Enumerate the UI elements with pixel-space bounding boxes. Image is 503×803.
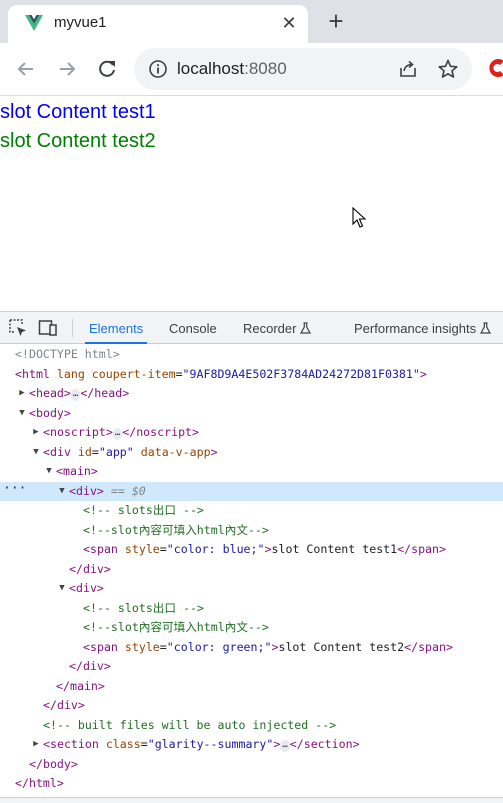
dom-node-body-close[interactable]: </body>	[0, 755, 503, 775]
dom-node-main-close[interactable]: </main>	[0, 677, 503, 697]
tab-strip: myvue1 ✕ +	[0, 0, 503, 43]
collapse-triangle-icon[interactable]: ▼	[44, 462, 54, 482]
back-icon[interactable]	[13, 56, 39, 82]
dom-node-html-close[interactable]: </html>	[0, 774, 503, 794]
slot-content-line-2: slot Content test2	[0, 130, 156, 152]
close-tab-icon[interactable]: ✕	[278, 12, 300, 34]
dom-node-div-app[interactable]: ▼ <div id="app" data-v-app>	[0, 443, 503, 463]
more-actions-icon[interactable]: ···	[3, 479, 26, 499]
toolbar-divider	[72, 319, 73, 337]
tab-performance-insights-label: Performance insights	[354, 321, 477, 336]
address-bar[interactable]: localhost:8080	[134, 48, 472, 90]
page-viewport: slot Content test1 slot Content test2	[0, 97, 503, 311]
dom-node-div-selected[interactable]: ··· ▼ <div> == $0	[0, 479, 503, 502]
experimental-flask-icon	[300, 322, 312, 334]
dom-node-span-green[interactable]: <span style="color: green;">slot Content…	[0, 638, 503, 658]
tab-recorder[interactable]: Recorder	[239, 312, 315, 344]
selected-node-marker: == $0	[110, 483, 146, 498]
expand-triangle-icon[interactable]: ▶	[31, 423, 41, 443]
device-toolbar-icon[interactable]	[38, 318, 58, 338]
share-icon[interactable]	[398, 59, 418, 79]
dom-node-body[interactable]: ▼ <body>	[0, 404, 503, 424]
new-tab-icon[interactable]: +	[322, 8, 350, 36]
forward-icon[interactable]	[54, 56, 80, 82]
collapse-triangle-icon[interactable]: ▼	[57, 579, 67, 599]
dom-node-div-close[interactable]: </div>	[0, 560, 503, 580]
dom-node-comment[interactable]: <!-- slots出口 -->	[0, 599, 503, 619]
url-port: :8080	[244, 59, 287, 78]
collapse-triangle-icon[interactable]: ▼	[17, 404, 27, 424]
reload-icon[interactable]	[94, 56, 120, 82]
expand-triangle-icon[interactable]: ▶	[17, 384, 27, 404]
url-text[interactable]: localhost:8080	[177, 59, 287, 79]
dom-node-main[interactable]: ▼ <main>	[0, 462, 503, 482]
dom-node-comment[interactable]: <!-- slots出口 -->	[0, 501, 503, 521]
ellipsis-badge[interactable]: …	[112, 428, 123, 440]
collapse-triangle-icon[interactable]: ▼	[31, 443, 41, 463]
url-host: localhost	[177, 59, 245, 78]
tab-elements[interactable]: Elements	[85, 312, 148, 344]
bookmark-star-icon[interactable]	[437, 58, 459, 80]
dom-node-comment[interactable]: <!--slot內容可填入html內文-->	[0, 521, 503, 541]
tab-recorder-label: Recorder	[243, 321, 297, 336]
ellipsis-badge[interactable]: …	[280, 740, 290, 752]
dom-node-span-blue[interactable]: <span style="color: blue;">slot Content …	[0, 540, 503, 560]
dom-node-div-close[interactable]: </div>	[0, 657, 503, 677]
browser-tab[interactable]: myvue1 ✕	[8, 5, 308, 43]
dom-node-comment[interactable]: <!--slot內容可填入html內文-->	[0, 618, 503, 638]
dom-node-head[interactable]: ▶ <head>… </head>	[0, 384, 503, 404]
browser-toolbar: localhost:8080	[0, 43, 503, 96]
breadcrumb-bar	[0, 797, 503, 803]
collapse-triangle-icon[interactable]: ▼	[57, 482, 67, 502]
experimental-flask-icon	[480, 322, 492, 334]
mouse-cursor-icon	[352, 207, 366, 228]
devtools-tab-bar: Elements Console Recorder Performance in…	[0, 312, 503, 344]
dom-node-div[interactable]: ▼ <div>	[0, 579, 503, 599]
extension-icon[interactable]	[486, 57, 503, 79]
dom-node-noscript[interactable]: ▶ <noscript>… </noscript>	[0, 423, 503, 443]
slot-content-line-1: slot Content test1	[0, 101, 156, 123]
ellipsis-badge[interactable]: …	[70, 389, 81, 401]
dom-tree: <!DOCTYPE html> <html lang coupert-item=…	[0, 345, 503, 794]
dom-node-section[interactable]: ▶ <section class="glarity--summary">… </se…	[0, 735, 503, 755]
tab-console[interactable]: Console	[165, 312, 221, 344]
doctype-text: <!DOCTYPE html>	[15, 347, 120, 361]
vue-logo-icon	[25, 15, 43, 31]
devtools-panel: Elements Console Recorder Performance in…	[0, 311, 503, 803]
site-info-icon[interactable]	[148, 59, 168, 79]
tab-performance-insights[interactable]: Performance insights	[350, 312, 495, 344]
dom-node-div-app-close[interactable]: </div>	[0, 696, 503, 716]
inspect-element-icon[interactable]	[8, 318, 28, 338]
dom-node-comment[interactable]: <!-- built files will be auto injected -…	[0, 716, 503, 736]
dom-node-html[interactable]: <html lang coupert-item="9AF8D9A4E502F37…	[0, 365, 503, 385]
tab-title: myvue1	[54, 14, 107, 31]
expand-triangle-icon[interactable]: ▶	[31, 735, 41, 755]
dom-node-doctype[interactable]: <!DOCTYPE html>	[0, 345, 503, 365]
